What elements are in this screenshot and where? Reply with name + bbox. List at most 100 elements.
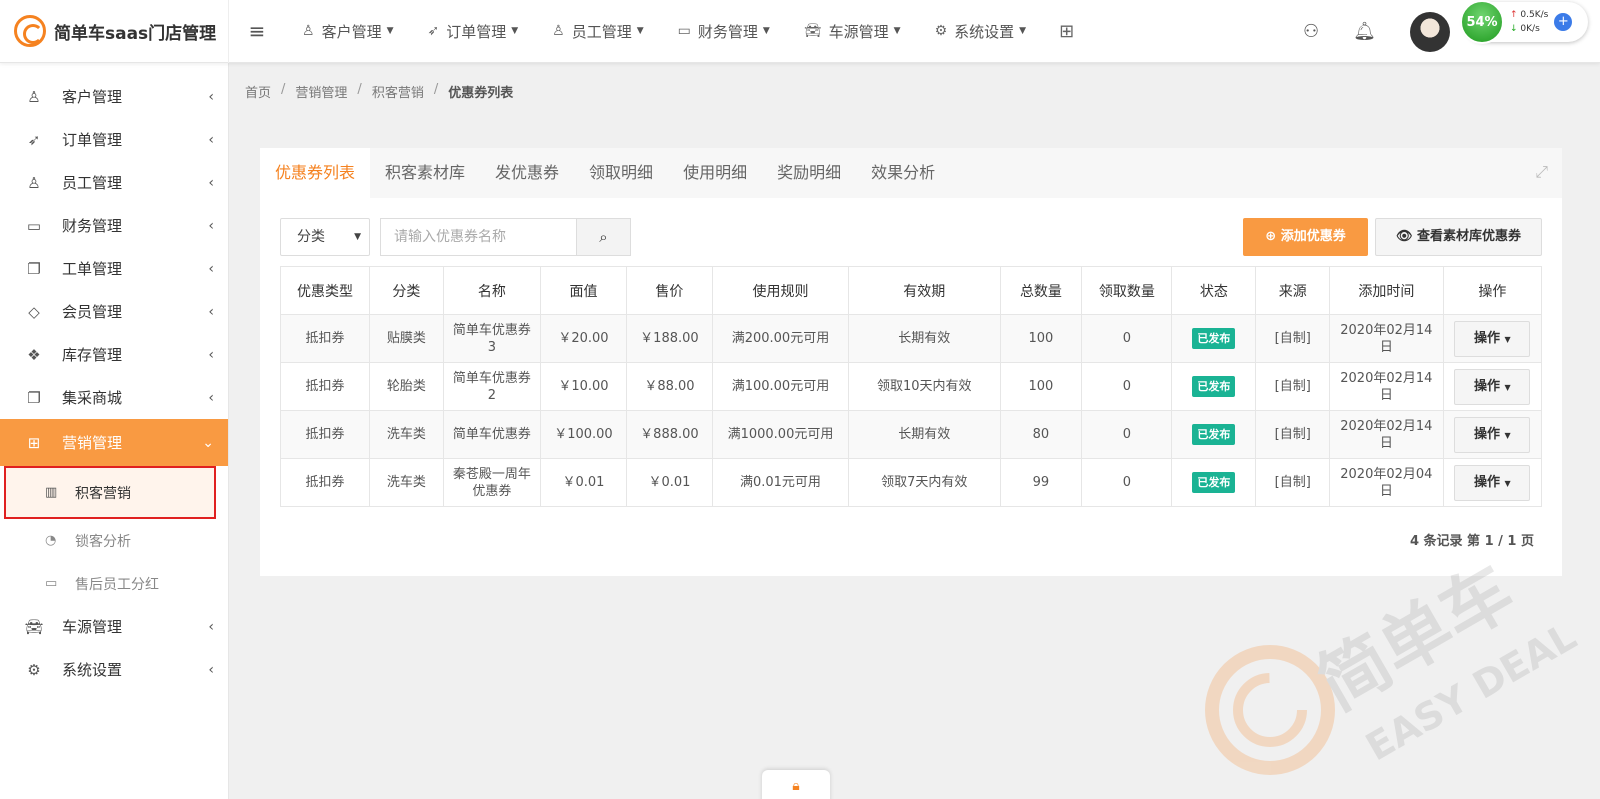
sidebar-item-workorder[interactable]: ❐ 工单管理 ‹ (0, 247, 228, 290)
breadcrumb-home[interactable]: 首页 (245, 82, 271, 101)
cell-source: [自制] (1255, 458, 1331, 507)
tab-usage-detail[interactable]: 使用明细 (668, 148, 762, 198)
sidebar-subitem-lock-analysis[interactable]: ◔ 锁客分析 (0, 519, 228, 562)
sidebar-item-customer[interactable]: ♙ 客户管理 ‹ (0, 75, 228, 118)
brand-logo-icon (14, 15, 46, 47)
sidebar-item-member[interactable]: ◇ 会员管理 ‹ (0, 290, 228, 333)
breadcrumb-separator: / (281, 82, 286, 97)
sidebar-item-mall[interactable]: ❐ 集采商城 ‹ (0, 376, 228, 419)
sidebar-item-order[interactable]: ➶ 订单管理 ‹ (0, 118, 228, 161)
tab-bar: 优惠券列表 积客素材库 发优惠券 领取明细 使用明细 奖励明细 效果分析 ⤢ (260, 148, 1562, 198)
add-coupon-button[interactable]: ⊕ 添加优惠券 (1243, 218, 1368, 256)
cell-source: [自制] (1255, 362, 1331, 411)
tab-reward-detail[interactable]: 奖励明细 (762, 148, 856, 198)
cell-face-value: ￥20.00 (539, 314, 627, 363)
chevron-left-icon: ‹ (208, 389, 214, 406)
caret-down-icon: ▼ (1504, 430, 1511, 440)
top-bar: 简单车saas门店管理 ≡ ♙ 客户管理 ▼ ➶ 订单管理 ▼ ♙ 员工管理 ▼ ▭ 财务管理… (0, 0, 1600, 63)
breadcrumb-marketing[interactable]: 营销管理 (295, 82, 347, 101)
cell-name: 秦苍殿一周年优惠券 (442, 458, 541, 507)
toolbar: 分类 ▼ 请输入优惠券名称 ⌕ ⊕ 添加优惠券 👁︎ 查看素材库优惠券 (280, 218, 1542, 258)
cell-date: 2020年02月04日 (1329, 458, 1444, 507)
cell-face-value: ￥10.00 (539, 362, 627, 411)
sidebar-subitem-jike[interactable]: ▥ 积客营销 (4, 466, 216, 519)
actions-dropdown-button[interactable]: 操作 ▼ (1454, 368, 1531, 405)
col-header: 使用规则 (711, 266, 850, 315)
cell-actions: 操作 ▼ (1442, 314, 1543, 363)
tab-effect-analysis[interactable]: 效果分析 (856, 148, 950, 198)
net-percent: 54% (1460, 0, 1504, 44)
cell-type: 抵扣券 (279, 362, 371, 411)
topnav-settings[interactable]: ⚙ 系统设置 ▼ (918, 0, 1044, 63)
car-icon: 🚘︎ (803, 23, 822, 39)
sidebar-subitem-label: 锁客分析 (75, 533, 131, 550)
avatar[interactable] (1410, 11, 1450, 52)
breadcrumb-jike[interactable]: 积客营销 (372, 82, 424, 101)
actions-dropdown-button[interactable]: 操作 ▼ (1454, 320, 1531, 357)
col-header: 操作 (1442, 266, 1543, 315)
plus-circle-icon: ⊕ (1265, 229, 1277, 244)
cell-name: 简单车优惠券 (442, 410, 541, 459)
caret-down-icon: ▼ (636, 26, 644, 36)
sidebar-item-staff[interactable]: ♙ 员工管理 ‹ (0, 161, 228, 204)
caret-down-icon: ▼ (762, 26, 770, 36)
search-icon[interactable]: ⌕ (576, 218, 631, 256)
chevron-left-icon: ‹ (208, 217, 214, 234)
sidebar-item-label: 工单管理 (62, 260, 123, 278)
apps-grid-icon[interactable]: ⊞ (1043, 21, 1090, 42)
table-row: 抵扣券 轮胎类 简单车优惠券2 ￥10.00 ￥88.00 满100.00元可用… (279, 362, 1543, 411)
plus-icon[interactable]: + (1554, 13, 1573, 31)
cell-face-value: ￥0.01 (539, 458, 627, 507)
topnav-customer[interactable]: ♙ 客户管理 ▼ (285, 0, 411, 63)
actions-label: 操作 (1473, 330, 1500, 346)
topnav-staff[interactable]: ♙ 员工管理 ▼ (535, 0, 661, 63)
actions-dropdown-button[interactable]: 操作 ▼ (1454, 464, 1531, 501)
person-icon: ♙ (27, 173, 41, 192)
cell-status: 已发布 (1171, 314, 1257, 363)
chevron-down-icon: ⌄ (202, 434, 214, 451)
sidebar-item-inventory[interactable]: ❖ 库存管理 ‹ (0, 333, 228, 376)
topnav-vehicle[interactable]: 🚘︎ 车源管理 ▼ (787, 0, 918, 63)
folder-icon: ▭ (45, 576, 58, 591)
brand[interactable]: 简单车saas门店管理 (0, 0, 229, 63)
breadcrumb-separator: / (433, 82, 439, 97)
view-material-coupons-button[interactable]: 👁︎ 查看素材库优惠券 (1375, 218, 1542, 256)
diamond-icon: ◇ (28, 302, 40, 321)
pagination-info: 4 条记录 第 1 / 1 页 (1409, 534, 1534, 549)
sidebar-item-label: 系统设置 (62, 661, 123, 679)
tab-material-library[interactable]: 积客素材库 (370, 148, 480, 198)
top-nav: ♙ 客户管理 ▼ ➶ 订单管理 ▼ ♙ 员工管理 ▼ ▭ 财务管理 ▼ 🚘︎ 车源管理 ▼ ⚙ 系统设… (285, 0, 1090, 63)
network-speed-widget[interactable]: 54% ↑ 0.5K/s ↓ 0K/s + (1460, 0, 1588, 44)
sidebar-subitem-bonus[interactable]: ▭ 售后员工分红 (0, 562, 228, 605)
cell-actions: 操作 ▼ (1442, 458, 1543, 507)
topnav-label: 员工管理 (571, 22, 632, 41)
tab-receive-detail[interactable]: 领取明细 (574, 148, 668, 198)
actions-dropdown-button[interactable]: 操作 ▼ (1454, 416, 1531, 453)
caret-down-icon: ▼ (1504, 382, 1511, 392)
cell-rule: 满100.00元可用 (711, 362, 850, 411)
cell-category: 轮胎类 (369, 362, 444, 411)
sidebar-item-marketing[interactable]: ⊞ 营销管理 ⌄ (0, 419, 228, 466)
cell-received: 0 (1081, 410, 1173, 459)
eye-icon: 👁︎ (1395, 229, 1413, 244)
lock-icon[interactable]: 🔒︎ (762, 770, 830, 799)
cell-category: 洗车类 (369, 410, 444, 459)
col-header: 优惠类型 (279, 266, 371, 315)
status-badge: 已发布 (1192, 424, 1236, 445)
user-service-icon[interactable]: ⚇ (1303, 21, 1319, 42)
category-select[interactable]: 分类 ▼ (280, 218, 370, 256)
sidebar-item-vehicle[interactable]: 🚘︎ 车源管理 ‹ (0, 605, 228, 648)
topnav-finance[interactable]: ▭ 财务管理 ▼ (661, 0, 787, 63)
tab-send-coupon[interactable]: 发优惠券 (480, 148, 574, 198)
caret-down-icon: ▼ (511, 26, 519, 36)
topnav-order[interactable]: ➶ 订单管理 ▼ (411, 0, 536, 63)
caret-down-icon: ▼ (893, 26, 901, 36)
expand-icon[interactable]: ⤢ (1535, 162, 1548, 182)
sidebar-item-finance[interactable]: ▭ 财务管理 ‹ (0, 204, 228, 247)
sidebar-item-settings[interactable]: ⚙ 系统设置 ‹ (0, 648, 228, 691)
cell-actions: 操作 ▼ (1442, 362, 1543, 411)
tab-coupon-list[interactable]: 优惠券列表 (260, 148, 371, 198)
hamburger-menu-icon[interactable]: ≡ (229, 19, 285, 43)
bell-icon[interactable]: 🔔︎ (1353, 21, 1376, 42)
search-input[interactable]: 请输入优惠券名称 (380, 218, 576, 256)
